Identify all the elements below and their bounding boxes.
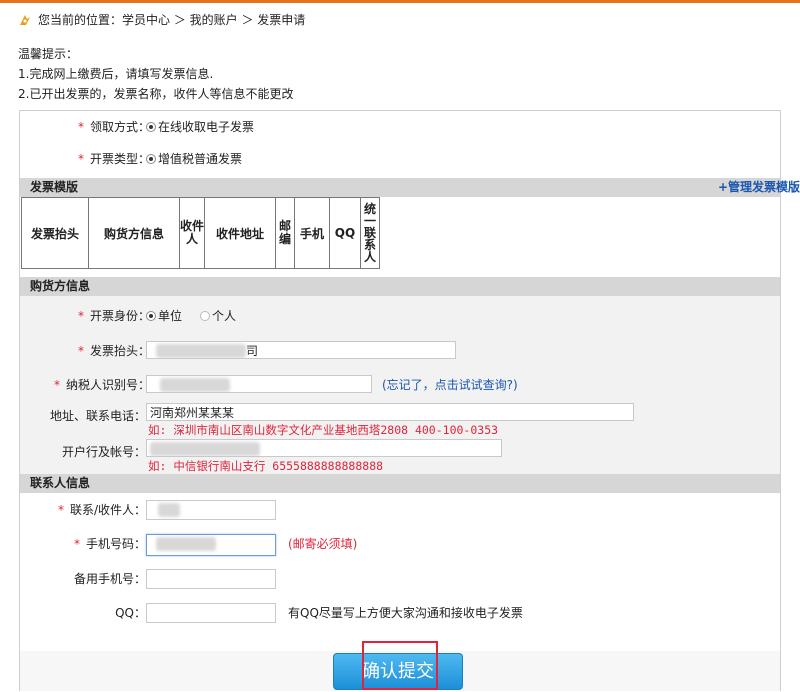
col-receiver: 收件人 <box>179 197 205 269</box>
identity-row: * 开票身份： 单位 个人 <box>20 306 780 326</box>
location-icon <box>20 15 30 25</box>
mobile-row: * 手机号码： (邮寄必须填) <box>20 534 780 556</box>
redacted-text <box>156 344 246 358</box>
redacted-text <box>150 442 260 456</box>
tax-id-lookup-link[interactable]: (忘记了，点击试试查询?) <box>382 375 518 395</box>
contact-title: 联系人信息 <box>30 476 91 490</box>
qq-input[interactable] <box>146 603 276 623</box>
backup-mobile-input[interactable] <box>146 569 276 589</box>
identity-option-personal[interactable]: 个人 <box>200 306 236 326</box>
radio-icon[interactable] <box>146 122 156 132</box>
receiver-input[interactable] <box>146 500 276 520</box>
mobile-input[interactable] <box>146 534 276 556</box>
col-qq: QQ <box>329 197 361 269</box>
col-invoice-header: 发票抬头 <box>21 197 89 269</box>
bank-label: 开户行及帐号： <box>61 445 146 459</box>
address-row: 地址、联系电话： 河南郑州某某某 如: 深圳市南山区南山数字文化产业基地西塔28… <box>20 403 780 439</box>
bank-input[interactable] <box>146 439 502 457</box>
radio-icon[interactable] <box>146 311 156 321</box>
receive-method-row: * 领取方式： 在线收取电子发票 <box>20 117 780 137</box>
identity-option-company[interactable]: 单位 <box>146 306 182 326</box>
receiver-label: * 联系/收件人： <box>57 503 146 517</box>
identity-label: * 开票身份： <box>77 309 150 323</box>
redacted-text <box>156 537 216 551</box>
manage-template-link[interactable]: +管理发票模版 <box>718 178 800 197</box>
tax-id-input[interactable] <box>146 375 372 393</box>
bank-row: 开户行及帐号： 如: 中信银行南山支行 6555888888888888 <box>20 439 780 475</box>
contact-section-header: 联系人信息 <box>20 474 780 493</box>
template-section-header: 发票模版 +管理发票模版 <box>20 178 800 197</box>
invoice-type-option[interactable]: 增值税普通发票 <box>146 149 242 169</box>
col-mobile: 手机 <box>294 197 330 269</box>
buyer-title: 购货方信息 <box>30 279 91 293</box>
submit-highlight-box <box>362 641 438 690</box>
invoice-form: * 领取方式： 在线收取电子发票 * 开票类型： 增值税普通发票 发票模版 +管理发… <box>19 110 800 691</box>
address-input[interactable]: 河南郑州某某某 <box>146 403 634 421</box>
template-title: 发票模版 <box>30 180 79 194</box>
tax-id-label: * 纳税人识别号： <box>53 378 150 392</box>
radio-icon[interactable] <box>200 311 210 321</box>
qq-label: QQ： <box>115 606 146 620</box>
col-buyer-info: 购货方信息 <box>88 197 180 269</box>
receive-method-label: * 领取方式： <box>77 120 150 134</box>
tips: 温馨提示： 1.完成网上缴费后，请填写发票信息. 2.已开出发票的，发票名称，收… <box>18 44 293 104</box>
tips-title: 温馨提示： <box>18 47 79 61</box>
invoice-header-label: * 发票抬头： <box>77 344 150 358</box>
receiver-row: * 联系/收件人： <box>20 500 780 520</box>
invoice-type-row: * 开票类型： 增值税普通发票 <box>20 149 780 169</box>
tips-line-1: 1.完成网上缴费后，请填写发票信息. <box>18 67 214 81</box>
mobile-note: (邮寄必须填) <box>288 537 358 551</box>
redacted-text <box>160 378 230 392</box>
breadcrumb: 您当前的位置：学员中心 ＞ 我的账户 ＞ 发票申请 <box>18 11 305 29</box>
top-accent-line <box>0 0 800 3</box>
address-example: 如: 深圳市南山区南山数字文化产业基地西塔2808 400-100-0353 <box>148 423 499 437</box>
invoice-header-input[interactable]: 司 <box>146 341 456 359</box>
backup-mobile-label: 备用手机号： <box>73 572 146 586</box>
invoice-type-label: * 开票类型： <box>77 152 150 166</box>
tips-line-2: 2.已开出发票的，发票名称，收件人等信息不能更改 <box>18 87 294 101</box>
buyer-section-header: 购货方信息 <box>20 277 780 296</box>
address-label: 地址、联系电话： <box>49 409 146 423</box>
qq-note: 有QQ尽量写上方便大家沟通和接收电子发票 <box>288 606 523 620</box>
mobile-label: * 手机号码： <box>73 537 146 551</box>
col-contact: 统一联系人 <box>360 197 380 269</box>
redacted-text <box>158 503 180 517</box>
breadcrumb-text: 您当前的位置：学员中心 ＞ 我的账户 ＞ 发票申请 <box>38 13 306 27</box>
col-postcode: 邮编 <box>275 197 295 269</box>
invoice-header-row: * 发票抬头： 司 <box>20 341 780 361</box>
tax-id-row: * 纳税人识别号： (忘记了，点击试试查询?) <box>20 375 780 395</box>
bank-example: 如: 中信银行南山支行 6555888888888888 <box>148 459 384 473</box>
qq-row: QQ： 有QQ尽量写上方便大家沟通和接收电子发票 <box>20 603 780 623</box>
backup-mobile-row: 备用手机号： <box>20 569 780 589</box>
template-header-row: 发票抬头 购货方信息 收件人 收件地址 邮编 手机 QQ 统一联系人 <box>21 197 380 269</box>
radio-icon[interactable] <box>146 154 156 164</box>
receive-method-option[interactable]: 在线收取电子发票 <box>146 117 254 137</box>
col-address: 收件地址 <box>204 197 276 269</box>
template-table: 发票抬头 购货方信息 收件人 收件地址 邮编 手机 QQ 统一联系人 <box>21 197 380 269</box>
